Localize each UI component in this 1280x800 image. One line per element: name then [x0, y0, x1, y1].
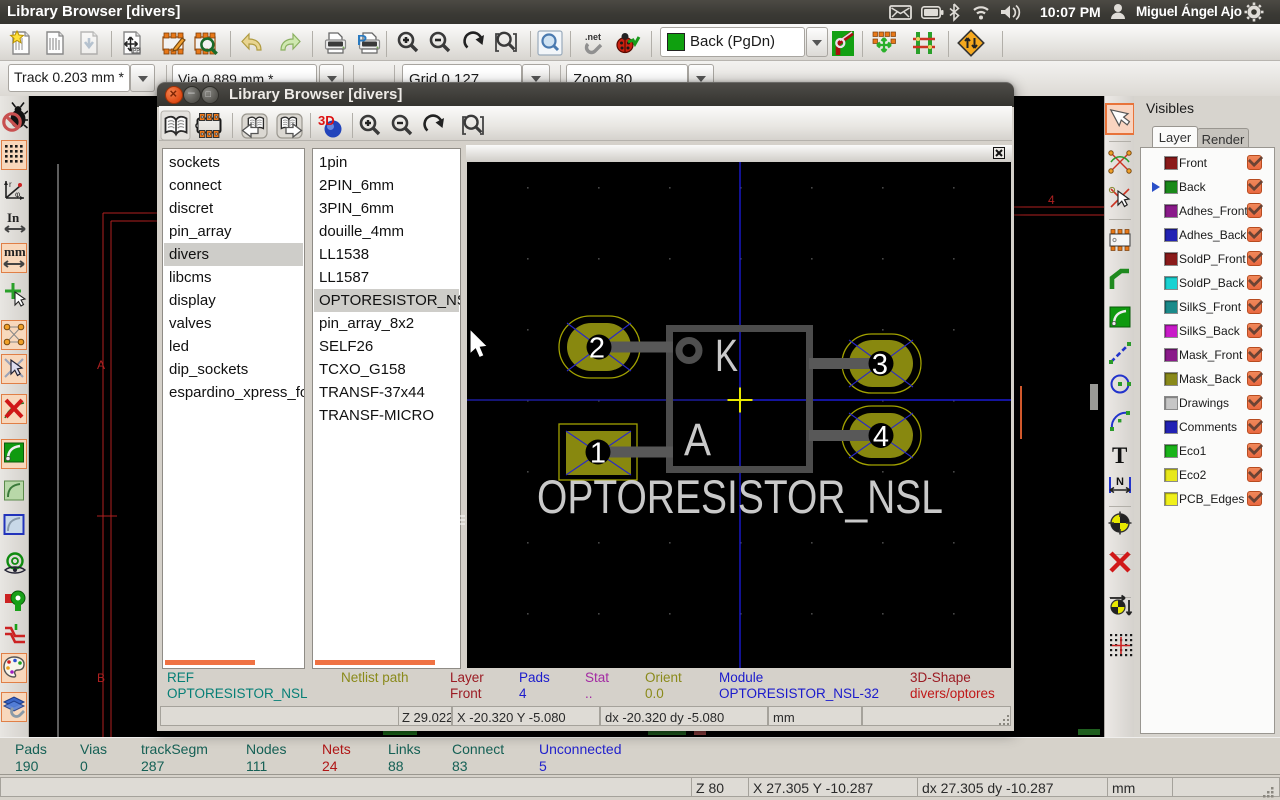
svg-text:mm: mm: [4, 244, 26, 259]
svg-text:4: 4: [1048, 193, 1055, 207]
svg-text:K: K: [715, 330, 738, 381]
svg-text:In: In: [7, 210, 20, 225]
svg-text:3: 3: [872, 349, 888, 381]
svg-text:A: A: [97, 358, 105, 372]
svg-text:P: P: [357, 32, 367, 49]
svg-text:r: r: [9, 180, 12, 189]
svg-text:4: 4: [873, 421, 889, 453]
svg-text:φ: φ: [15, 190, 20, 199]
svg-text:B: B: [97, 671, 105, 685]
svg-text:T: T: [1112, 443, 1127, 468]
svg-text:PP: PP: [133, 49, 140, 55]
svg-text:1: 1: [590, 438, 606, 470]
svg-text:2: 2: [589, 333, 605, 365]
svg-text:OPTORESISTOR_NSL: OPTORESISTOR_NSL: [537, 470, 943, 523]
svg-text:A: A: [684, 414, 711, 465]
svg-text:.net: .net: [585, 32, 601, 42]
svg-text:3D: 3D: [318, 113, 335, 128]
svg-text:N: N: [1116, 476, 1124, 488]
